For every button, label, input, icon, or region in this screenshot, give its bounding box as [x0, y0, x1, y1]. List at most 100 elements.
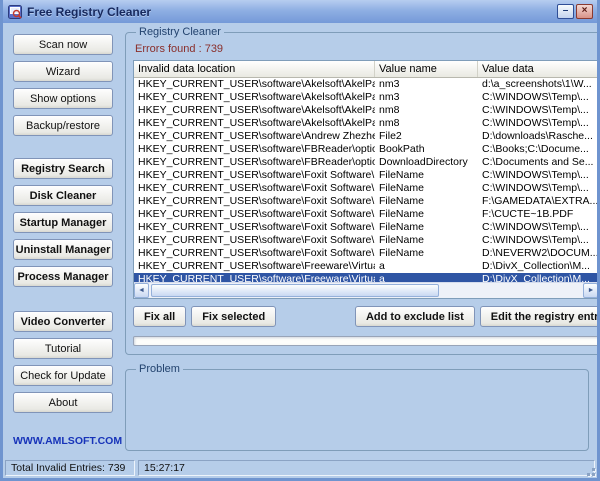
scroll-left-icon[interactable]: ◄ [134, 283, 149, 298]
table-cell: nm3 [379, 91, 400, 103]
close-button[interactable]: × [576, 4, 593, 19]
horizontal-scrollbar[interactable]: ◄ ► [134, 282, 597, 298]
window-controls: – × [557, 4, 593, 19]
resize-grip[interactable] [583, 464, 595, 476]
website-link[interactable]: WWW.AMLSOFT.COM [13, 435, 122, 447]
horizontal-scroll-thumb[interactable] [151, 284, 439, 297]
table-cell: HKEY_CURRENT_USER\software\Freeware\Virt… [138, 273, 375, 282]
table-cell: HKEY_CURRENT_USER\software\Foxit Softwar… [138, 221, 375, 233]
table-cell: C:\WINDOWS\Temp\... [482, 182, 589, 194]
table-row[interactable]: HKEY_CURRENT_USER\software\Akelsoft\Akel… [134, 104, 597, 117]
sidebar-button-registry-search[interactable]: Registry Search [13, 158, 113, 179]
table-row[interactable]: HKEY_CURRENT_USER\software\Foxit Softwar… [134, 208, 597, 221]
sidebar: Scan now Wizard Show options Backup/restore… [3, 23, 123, 458]
table-cell: F:\GAMEDATA\EXTRA... [482, 195, 597, 207]
table-cell: HKEY_CURRENT_USER\software\Foxit Softwar… [138, 182, 375, 194]
table-row[interactable]: HKEY_CURRENT_USER\software\Akelsoft\Akel… [134, 91, 597, 104]
table-cell: HKEY_CURRENT_USER\software\Freeware\Virt… [138, 260, 375, 272]
sidebar-button-scan-now[interactable]: Scan now [13, 34, 113, 55]
table-cell: C:\WINDOWS\Temp\... [482, 91, 589, 103]
table-cell: D:\DivX_Collection\M... [482, 260, 590, 272]
status-total-invalid-entries: Total Invalid Entries: 739 [5, 460, 135, 476]
add-to-exclude-list-button[interactable]: Add to exclude list [354, 306, 475, 327]
table-row[interactable]: HKEY_CURRENT_USER\software\Akelsoft\Akel… [134, 117, 597, 130]
table-cell: nm8 [379, 117, 400, 129]
table-cell: FileName [379, 169, 424, 181]
main-panel: Registry Cleaner Errors found : 739 Inva… [123, 23, 597, 458]
table-cell: HKEY_CURRENT_USER\software\Akelsoft\Akel… [138, 104, 375, 116]
table-cell: HKEY_CURRENT_USER\software\Akelsoft\Akel… [138, 117, 375, 129]
table-cell: C:\WINDOWS\Temp\... [482, 169, 589, 181]
table-cell: HKEY_CURRENT_USER\software\FBReader\opti… [138, 156, 375, 168]
sidebar-group: Video Converter Tutorial Check for Update A… [13, 311, 113, 413]
table-header: Invalid data location Value name Value d… [134, 61, 597, 78]
titlebar[interactable]: Free Registry Cleaner – × [3, 0, 597, 23]
table-cell: C:\WINDOWS\Temp\... [482, 221, 589, 233]
table-row[interactable]: HKEY_CURRENT_USER\software\Foxit Softwar… [134, 247, 597, 260]
table-cell: DownloadDirectory [379, 156, 468, 168]
sidebar-button-about[interactable]: About [13, 392, 113, 413]
sidebar-button-wizard[interactable]: Wizard [13, 61, 113, 82]
app-body: Scan now Wizard Show options Backup/restore… [3, 23, 597, 458]
app-icon [8, 4, 22, 19]
fix-selected-button[interactable]: Fix selected [191, 306, 277, 327]
problem-group-title: Problem [139, 363, 180, 375]
problem-group: Problem [125, 363, 589, 451]
table-row[interactable]: HKEY_CURRENT_USER\software\Freeware\Virt… [134, 273, 597, 282]
sidebar-group: Scan now Wizard Show options Backup/restore [13, 34, 113, 136]
table-row[interactable]: HKEY_CURRENT_USER\software\Freeware\Virt… [134, 260, 597, 273]
table-cell: d:\a_screenshots\1\W... [482, 78, 592, 90]
table-cell: FileName [379, 182, 424, 194]
table-row[interactable]: HKEY_CURRENT_USER\software\Foxit Softwar… [134, 221, 597, 234]
fix-all-button[interactable]: Fix all [133, 306, 187, 327]
table-cell: HKEY_CURRENT_USER\software\Foxit Softwar… [138, 247, 375, 259]
sidebar-button-uninstall-manager[interactable]: Uninstall Manager [13, 239, 113, 260]
table-row[interactable]: HKEY_CURRENT_USER\software\Foxit Softwar… [134, 182, 597, 195]
minimize-button[interactable]: – [557, 4, 574, 19]
progress-bar [133, 336, 597, 346]
table-cell: D:\DivX_Collection\M... [482, 273, 590, 282]
table-cell: FileName [379, 195, 424, 207]
table-cell: C:\WINDOWS\Temp\... [482, 104, 589, 116]
table-row[interactable]: HKEY_CURRENT_USER\software\FBReader\opti… [134, 156, 597, 169]
status-time: 15:27:17 [138, 460, 595, 476]
table-row[interactable]: HKEY_CURRENT_USER\software\Andrew Zhezhe… [134, 130, 597, 143]
sidebar-button-disk-cleaner[interactable]: Disk Cleaner [13, 185, 113, 206]
table-cell: C:\Documents and Se... [482, 156, 594, 168]
sidebar-button-check-for-update[interactable]: Check for Update [13, 365, 113, 386]
table-cell: nm3 [379, 78, 400, 90]
table-cell: nm8 [379, 104, 400, 116]
table-cell: a [379, 273, 385, 282]
table-cell: HKEY_CURRENT_USER\software\Foxit Softwar… [138, 234, 375, 246]
errors-found-label: Errors found : 739 [135, 43, 224, 55]
sidebar-button-groups: Scan now Wizard Show options Backup/restore… [13, 34, 113, 413]
table-cell: D:\NEVERW2\DOCUM... [482, 247, 597, 259]
table-row[interactable]: HKEY_CURRENT_USER\software\Akelsoft\Akel… [134, 78, 597, 91]
edit-registry-entry-button[interactable]: Edit the registry entry [479, 306, 597, 327]
scroll-right-icon[interactable]: ► [583, 283, 597, 298]
sidebar-button-process-manager[interactable]: Process Manager [13, 266, 113, 287]
table-cell: FileName [379, 208, 424, 220]
table-row[interactable]: HKEY_CURRENT_USER\software\Foxit Softwar… [134, 234, 597, 247]
column-header-value-name[interactable]: Value name [375, 61, 478, 77]
column-header-value-data[interactable]: Value data [478, 61, 597, 77]
sidebar-button-show-options[interactable]: Show options [13, 88, 113, 109]
table-cell: D:\downloads\Rasche... [482, 130, 593, 142]
sidebar-button-backup-restore[interactable]: Backup/restore [13, 115, 113, 136]
action-button-row: Fix all Fix selected Add to exclude list… [133, 306, 597, 327]
sidebar-button-startup-manager[interactable]: Startup Manager [13, 212, 113, 233]
table-row[interactable]: HKEY_CURRENT_USER\software\FBReader\opti… [134, 143, 597, 156]
results-table: Invalid data location Value name Value d… [133, 60, 597, 299]
table-cell: a [379, 260, 385, 272]
table-row[interactable]: HKEY_CURRENT_USER\software\Foxit Softwar… [134, 169, 597, 182]
table-cell: C:\WINDOWS\Temp\... [482, 117, 589, 129]
table-cell: HKEY_CURRENT_USER\software\Foxit Softwar… [138, 169, 375, 181]
sidebar-button-tutorial[interactable]: Tutorial [13, 338, 113, 359]
column-header-invalid-data-location[interactable]: Invalid data location [134, 61, 375, 77]
sidebar-button-video-converter[interactable]: Video Converter [13, 311, 113, 332]
table-cell: HKEY_CURRENT_USER\software\Akelsoft\Akel… [138, 91, 375, 103]
table-row[interactable]: HKEY_CURRENT_USER\software\Foxit Softwar… [134, 195, 597, 208]
table-cell: File2 [379, 130, 402, 142]
sidebar-group: Registry Search Disk Cleaner Startup Manag… [13, 158, 113, 287]
table-cell: C:\WINDOWS\Temp\... [482, 234, 589, 246]
